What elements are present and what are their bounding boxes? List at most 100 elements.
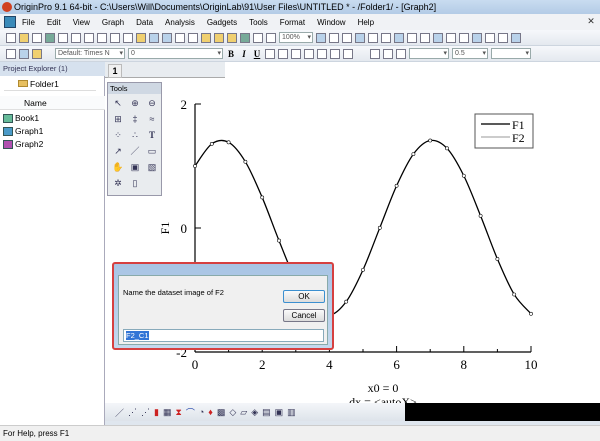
menu-analysis[interactable]: Analysis [165,18,195,27]
close-icon[interactable]: ✕ [584,16,598,27]
cancel-button[interactable]: Cancel [283,309,325,322]
scatter-icon[interactable]: ⋰ [128,407,137,418]
paste-icon[interactable] [32,48,42,59]
menu-format[interactable]: Format [280,18,305,27]
plot[interactable]: 0 2 4 6 8 10-202F1x0 = 0dx = <autoX>F1F2 [105,62,600,403]
toolbar-button-icon[interactable] [214,32,224,43]
toolbar-button-icon[interactable] [84,32,94,43]
list-item-graph2[interactable]: Graph2 [2,138,102,151]
toolbar-button-icon[interactable] [162,32,172,43]
line-symbol-icon[interactable]: ⋰ [141,407,150,418]
toolbar-button-icon[interactable] [240,32,250,43]
toolbar-button-icon[interactable] [123,32,133,43]
dataset-name-input[interactable]: F2_C1 [123,329,324,342]
scale-icon[interactable]: ⊞ [112,113,124,125]
bold-button[interactable]: B [226,49,236,59]
border-select[interactable] [491,48,531,59]
toolbar-button-icon[interactable] [368,32,378,43]
menu-tools[interactable]: Tools [249,18,268,27]
toolbar-button-icon[interactable] [498,32,508,43]
boxplot-icon[interactable]: ⧗ [175,407,181,418]
zoom-select[interactable]: 100% [279,32,313,43]
name-column-header[interactable]: Name [0,96,105,110]
line-color-icon[interactable] [396,48,406,59]
toolbar-button-icon[interactable] [6,32,16,43]
greek-icon[interactable] [291,48,301,59]
menu-graph[interactable]: Graph [102,18,124,27]
list-item-book1[interactable]: Book1 [2,112,102,125]
document-icon[interactable] [4,16,16,28]
surface-icon[interactable]: ◇ [229,407,236,418]
pointer-icon[interactable]: ↖ [112,97,124,109]
toolbar-button-icon[interactable] [149,32,159,43]
template-icon[interactable]: ▦ [163,407,172,418]
underline-button[interactable]: U [252,49,262,59]
increase-font-icon[interactable] [304,48,314,59]
data-reader-icon[interactable]: ‡ [129,113,141,125]
column-icon[interactable]: ▮ [154,407,159,418]
menu-help[interactable]: Help [358,18,374,27]
decrease-font-icon[interactable] [317,48,327,59]
3d-icon[interactable]: ▩ [217,407,226,418]
menu-window[interactable]: Window [317,18,345,27]
toolbar-button-icon[interactable] [446,32,456,43]
superscript-icon[interactable] [265,48,275,59]
toolbar-button-icon[interactable] [201,32,211,43]
3d-scatter-icon[interactable]: ◈ [251,407,258,418]
toolbar-button-icon[interactable] [485,32,495,43]
region-icon[interactable]: ▣ [129,161,141,173]
menu-file[interactable]: File [22,18,35,27]
subscript-icon[interactable] [278,48,288,59]
contour-icon[interactable]: ▥ [287,407,296,418]
line-style-select[interactable] [409,48,449,59]
font-select[interactable]: Default: Times N [55,48,125,59]
cut-icon[interactable] [6,48,16,59]
toolbar-button-icon[interactable] [71,32,81,43]
zoom-out-icon[interactable]: ⊖ [146,97,158,109]
toolbar-button-icon[interactable] [253,32,263,43]
toolbar-button-icon[interactable] [420,32,430,43]
toolbar-button-icon[interactable] [32,32,42,43]
area-icon[interactable]: ⌒ [186,406,195,419]
rectangle-icon[interactable]: ▭ [146,145,158,157]
toolbar-button-icon[interactable] [433,32,443,43]
arrow-icon[interactable]: ↗ [112,145,124,157]
data-selector-icon[interactable]: ⁘ [112,129,124,141]
pie-icon[interactable]: ◔ [199,407,204,417]
toolbar-button-icon[interactable] [329,32,339,43]
toolbar-button-icon[interactable] [45,32,55,43]
font-color-icon[interactable] [343,48,353,59]
menu-view[interactable]: View [73,18,90,27]
line-plot-icon[interactable]: ／ [115,406,124,419]
toolbar-button-icon[interactable] [110,32,120,43]
menu-edit[interactable]: Edit [47,18,61,27]
font-size-select[interactable]: 0 [128,48,223,59]
toolbar-button-icon[interactable] [266,32,276,43]
stock-icon[interactable]: ♦ [208,407,213,417]
matrix-icon[interactable]: ▤ [262,407,271,418]
toolbar-button-icon[interactable] [459,32,469,43]
hand-icon[interactable]: ✋ [112,161,124,173]
toolbar-button-icon[interactable] [227,32,237,43]
3d-bar-icon[interactable]: ▱ [240,407,247,418]
toolbar-button-icon[interactable] [472,32,482,43]
toolbar-button-icon[interactable] [97,32,107,43]
toolbar-button-icon[interactable] [355,32,365,43]
toolbar-button-icon[interactable] [136,32,146,43]
toolbar-button-icon[interactable] [407,32,417,43]
toolbar-button-icon[interactable] [342,32,352,43]
text-icon[interactable]: T [146,129,158,141]
ok-button[interactable]: OK [283,290,325,303]
toolbar-button-icon[interactable] [188,32,198,43]
folder-item[interactable]: Folder1 [4,77,96,91]
layer-icon[interactable]: ▯ [129,177,141,189]
zoom-in-icon[interactable]: ⊕ [129,97,141,109]
italic-button[interactable]: I [239,49,249,59]
fill-color-icon[interactable] [370,48,380,59]
menu-gadgets[interactable]: Gadgets [207,18,237,27]
toolbar-button-icon[interactable] [394,32,404,43]
align-icon[interactable] [330,48,340,59]
list-item-graph1[interactable]: Graph1 [2,125,102,138]
mask-icon[interactable]: ∴ [129,129,141,141]
menu-data[interactable]: Data [136,18,153,27]
